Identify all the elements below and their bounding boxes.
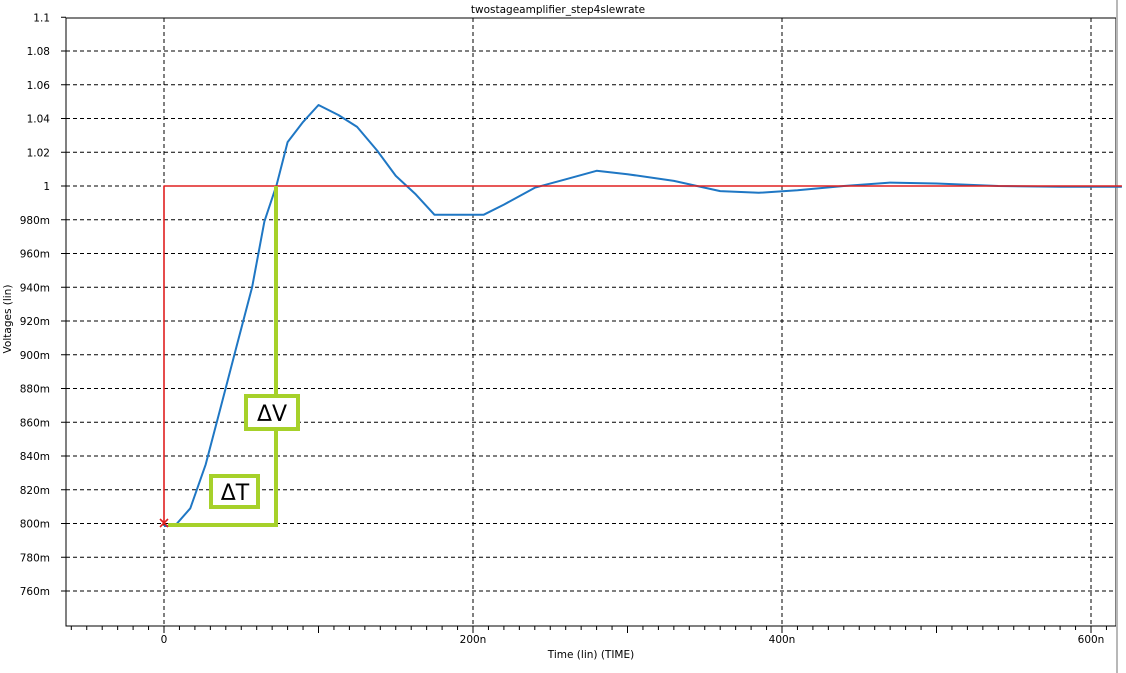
y-tick-label: 960m [20, 249, 50, 261]
x-tick-label: 200n [460, 634, 487, 646]
y-tick-label: 940m [20, 282, 50, 294]
y-tick-label: 1.1 [33, 12, 50, 24]
y-tick-label: 820m [20, 485, 50, 497]
y-axis-label: Voltages (lin) [2, 285, 14, 354]
x-tick-label: 0 [161, 634, 168, 646]
chart-title: twostageamplifier_step4slewrate [471, 4, 645, 16]
y-tick-label: 1 [43, 181, 50, 193]
delta-t-label: ΔT [221, 481, 250, 506]
y-tick-label: 1.06 [27, 80, 51, 92]
x-tick-label: 400n [769, 634, 796, 646]
y-tick-label: 1.02 [27, 147, 50, 159]
y-tick-label: 980m [20, 215, 50, 227]
y-tick-label: 800m [20, 519, 50, 531]
x-axis-label: Time (lin) (TIME) [547, 649, 634, 661]
y-tick-label: 920m [20, 316, 50, 328]
y-tick-label: 760m [20, 586, 50, 598]
y-tick-label: 900m [20, 350, 50, 362]
delta-v-label: ΔV [257, 402, 287, 427]
y-axis-ticks: 1.1 1.08 1.06 1.04 1.02 1 980m 960m 940m 920m 900m… [20, 12, 66, 598]
y-tick-label: 1.08 [27, 46, 50, 58]
y-tick-label: 780m [20, 552, 50, 564]
x-tick-label: 600n [1078, 634, 1105, 646]
y-tick-label: 1.04 [27, 114, 51, 126]
y-tick-label: 880m [20, 384, 50, 396]
y-tick-label: 840m [20, 451, 50, 463]
slew-rate-chart: twostageamplifier_step4slewrate 1.11.081… [2, 0, 1122, 673]
x-axis-ticks: 0 200n 400n 600n [70, 626, 1107, 646]
plot-area [65, 17, 1117, 627]
y-tick-label: 860m [20, 417, 50, 429]
